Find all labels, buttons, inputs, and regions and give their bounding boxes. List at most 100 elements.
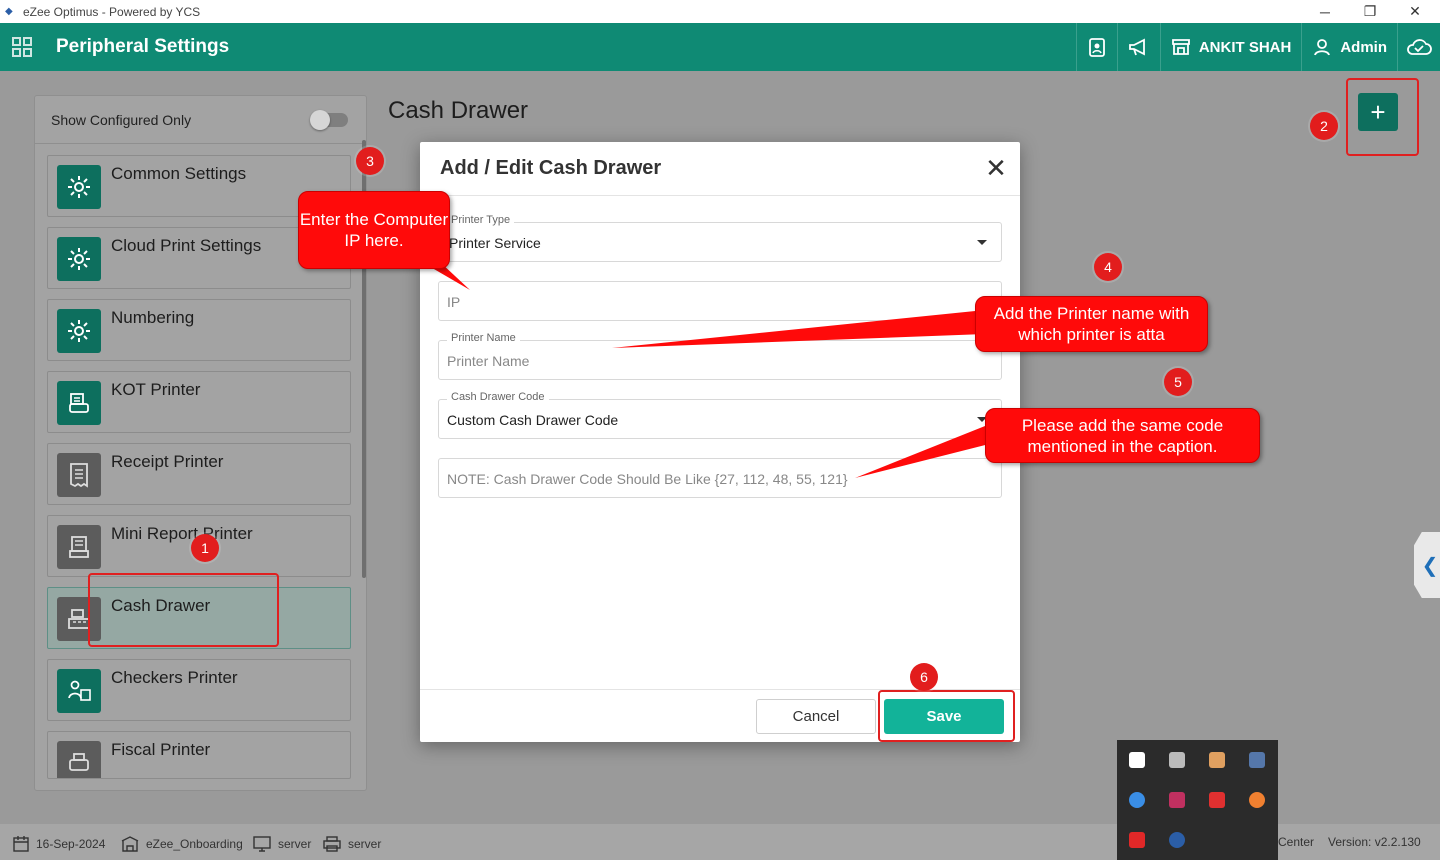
sidebar-item-label: Cloud Print Settings bbox=[111, 236, 262, 255]
ip-input[interactable]: IP bbox=[438, 281, 1002, 321]
cancel-button[interactable]: Cancel bbox=[756, 699, 876, 734]
cloud-off-icon[interactable] bbox=[1169, 752, 1185, 768]
cash-drawer-code-label: Cash Drawer Code bbox=[447, 391, 549, 403]
printer-type-label: Printer Type bbox=[447, 214, 515, 226]
step-marker-6: 6 bbox=[910, 663, 938, 691]
notification-app-icon[interactable] bbox=[1249, 792, 1265, 808]
outlet-user-menu[interactable]: ANKIT SHAH bbox=[1159, 23, 1302, 71]
status-property: eZee_Onboarding bbox=[120, 835, 243, 853]
app-header: Peripheral Settings ANKIT SHAH Admin bbox=[0, 23, 1440, 71]
step-marker-4: 4 bbox=[1094, 253, 1122, 281]
apps-grid-icon[interactable] bbox=[0, 23, 44, 71]
store-icon bbox=[1171, 39, 1190, 55]
remote-desktop-icon[interactable] bbox=[1129, 832, 1145, 848]
printer-name-label: Printer Name bbox=[447, 332, 520, 344]
display-icon[interactable] bbox=[1249, 752, 1265, 768]
show-configured-label: Show Configured Only bbox=[51, 111, 192, 128]
sidebar-item-numbering[interactable]: Numbering bbox=[47, 299, 351, 361]
printer-type-select[interactable]: Printer Type Printer Service bbox=[438, 214, 1002, 262]
printer-name-placeholder: Printer Name bbox=[447, 353, 530, 369]
monitor-icon bbox=[253, 836, 271, 852]
printer-type-value: Printer Service bbox=[449, 235, 541, 251]
status-date: 16-Sep-2024 bbox=[12, 835, 105, 853]
chevron-left-icon: ❮ bbox=[1421, 554, 1439, 577]
system-tray-popup bbox=[1117, 740, 1278, 860]
status-center: Center bbox=[1278, 835, 1315, 849]
step-marker-1: 1 bbox=[191, 534, 219, 562]
sidebar-item-label: Fiscal Printer bbox=[111, 740, 211, 759]
sidebar-item-label: Common Settings bbox=[111, 164, 247, 183]
property-icon bbox=[121, 836, 139, 852]
gear-icon bbox=[57, 165, 101, 209]
app-tray-icon[interactable] bbox=[1169, 792, 1185, 808]
add-edit-cash-drawer-dialog: Add / Edit Cash Drawer ✕ Printer Type Pr… bbox=[420, 142, 1020, 742]
sidebar-item-label: Numbering bbox=[111, 308, 195, 327]
close-dialog-button[interactable]: ✕ bbox=[984, 155, 1008, 181]
cash-drawer-code-value: Custom Cash Drawer Code bbox=[447, 412, 619, 428]
clipboard-icon bbox=[1088, 38, 1105, 57]
chevron-down-icon bbox=[977, 240, 987, 245]
sidebar-item-label: Receipt Printer bbox=[111, 452, 224, 471]
sidebar-item-receipt-printer[interactable]: Receipt Printer bbox=[47, 443, 351, 505]
cloud-check-icon bbox=[1407, 39, 1432, 55]
step-marker-5: 5 bbox=[1164, 368, 1192, 396]
printer-name-input[interactable]: Printer Name Printer Name bbox=[438, 332, 1002, 380]
window-titlebar: ◆ eZee Optimus - Powered by YCS ─ ❐ ✕ bbox=[0, 0, 1440, 23]
sidebar-item-fiscal-printer[interactable]: Fiscal Printer bbox=[47, 731, 351, 779]
user-icon bbox=[1314, 39, 1331, 56]
custom-code-input[interactable]: NOTE: Cash Drawer Code Should Be Like {2… bbox=[438, 458, 1002, 498]
app-logo-icon: ◆ bbox=[5, 5, 13, 17]
restore-button[interactable]: ❐ bbox=[1347, 0, 1393, 23]
ip-placeholder: IP bbox=[447, 294, 461, 310]
gear-icon bbox=[57, 237, 101, 281]
page-title: Peripheral Settings bbox=[56, 36, 230, 57]
callout-printer-name: Add the Printer name with which printer … bbox=[975, 296, 1208, 352]
dialog-title: Add / Edit Cash Drawer bbox=[440, 157, 662, 179]
highlight-cash-drawer bbox=[88, 573, 279, 647]
step-marker-2: 2 bbox=[1310, 112, 1338, 140]
ezee-tray-icon[interactable] bbox=[1169, 832, 1185, 848]
callout-ip: Enter the Computer IP here. bbox=[298, 191, 450, 269]
section-heading: Cash Drawer bbox=[388, 97, 529, 124]
receipt-icon bbox=[57, 453, 101, 497]
callout-same-code: Please add the same code mentioned in th… bbox=[985, 408, 1260, 463]
gear-icon bbox=[57, 309, 101, 353]
user-name: ANKIT SHAH bbox=[1198, 38, 1292, 56]
calendar-icon bbox=[13, 836, 29, 852]
highlight-add-button bbox=[1346, 78, 1419, 156]
side-panel-toggle[interactable]: ❮ bbox=[1414, 532, 1440, 598]
sidebar-item-kot-printer[interactable]: KOT Printer bbox=[47, 371, 351, 433]
cash-drawer-code-select[interactable]: Cash Drawer Code Custom Cash Drawer Code bbox=[438, 391, 1002, 439]
status-version: Version: v2.2.130 bbox=[1328, 835, 1421, 849]
sidebar-item-label: KOT Printer bbox=[111, 380, 201, 399]
show-configured-row: Show Configured Only bbox=[35, 96, 366, 144]
kot-printer-icon bbox=[57, 381, 101, 425]
close-window-button[interactable]: ✕ bbox=[1392, 0, 1438, 23]
custom-code-placeholder: NOTE: Cash Drawer Code Should Be Like {2… bbox=[447, 471, 848, 487]
clipboard-user-button[interactable] bbox=[1075, 23, 1117, 71]
megaphone-icon bbox=[1128, 38, 1145, 56]
sidebar-item-label: Mini Report Printer bbox=[111, 524, 253, 543]
highlight-save-button bbox=[878, 690, 1015, 742]
fiscal-printer-icon bbox=[57, 741, 101, 778]
minimize-button[interactable]: ─ bbox=[1302, 0, 1348, 23]
screen-capture-icon[interactable] bbox=[1209, 792, 1225, 808]
sidebar-item-checkers-printer[interactable]: Checkers Printer bbox=[47, 659, 351, 721]
divider bbox=[420, 195, 1020, 196]
report-icon bbox=[57, 525, 101, 569]
announcement-button[interactable] bbox=[1116, 23, 1160, 71]
speaker-icon[interactable] bbox=[1209, 752, 1225, 768]
user-role: Admin bbox=[1340, 38, 1387, 56]
window-title: eZee Optimus - Powered by YCS bbox=[23, 4, 201, 19]
security-shield-icon[interactable] bbox=[1129, 752, 1145, 768]
cloud-sync-button[interactable] bbox=[1397, 23, 1440, 71]
sync-icon[interactable] bbox=[1129, 792, 1145, 808]
status-printer: server bbox=[322, 835, 381, 853]
step-marker-3: 3 bbox=[356, 147, 384, 175]
checker-icon bbox=[57, 669, 101, 713]
role-menu[interactable]: Admin bbox=[1301, 23, 1397, 71]
toggle-knob bbox=[310, 109, 330, 130]
status-terminal: server bbox=[252, 835, 311, 853]
show-configured-toggle[interactable] bbox=[310, 109, 348, 130]
sidebar-item-label: Checkers Printer bbox=[111, 668, 238, 687]
